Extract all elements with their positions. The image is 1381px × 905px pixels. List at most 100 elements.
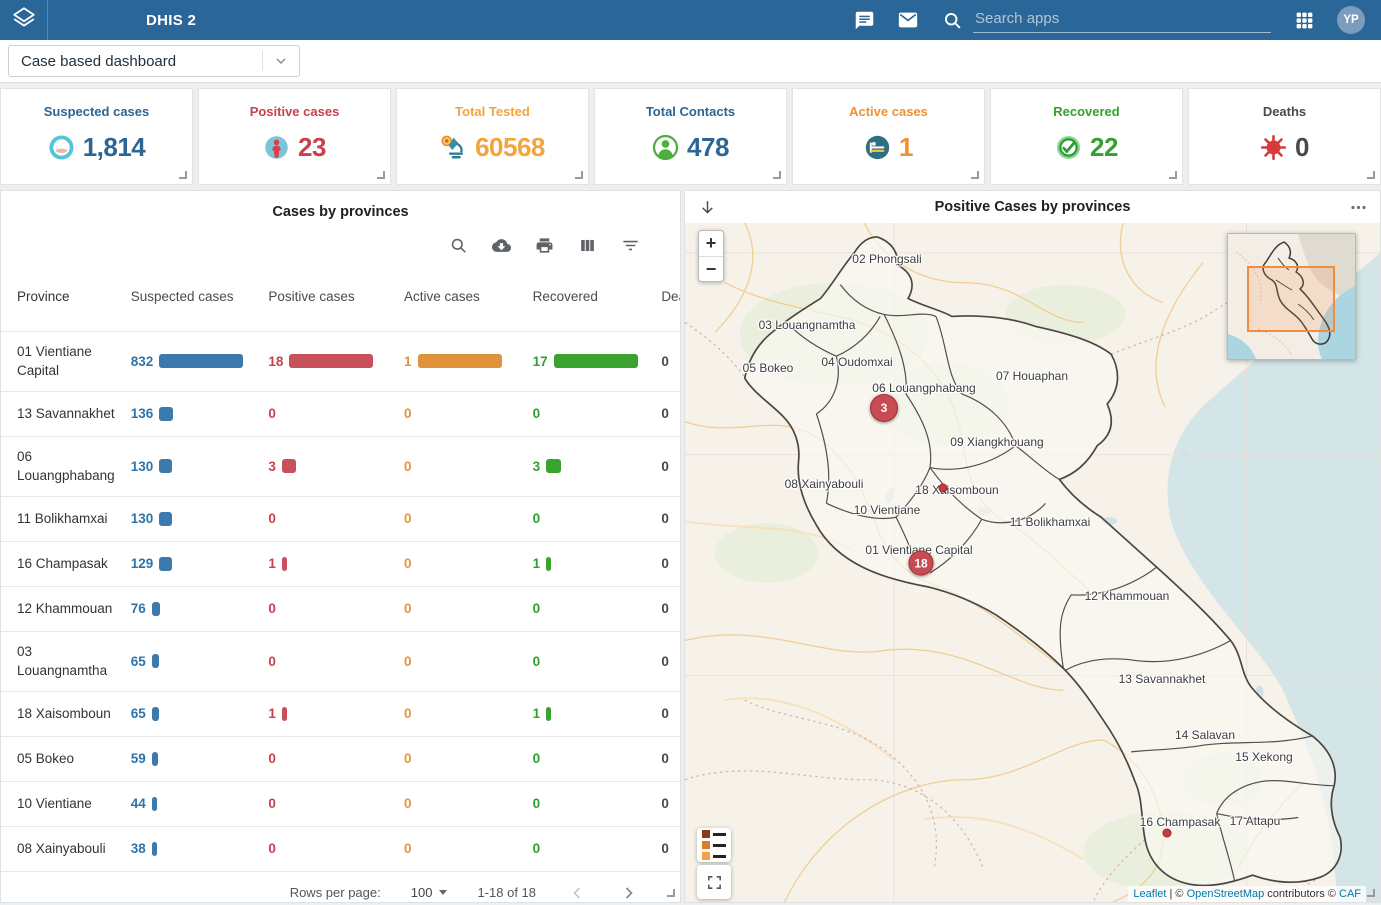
positive-value: 0 [268,511,276,526]
resize-handle[interactable] [773,171,781,179]
deaths-value: 0 [661,406,669,421]
map-attribution: Leaflet | © OpenStreetMap contributors ©… [1128,886,1366,902]
case-point-marker[interactable] [1163,829,1172,838]
caf-link[interactable]: CAF [1339,888,1361,900]
deaths-value: 0 [661,601,669,616]
next-page-button[interactable] [618,882,640,903]
case-point-marker[interactable] [939,484,948,493]
messages-icon[interactable] [853,9,875,31]
prev-page-button[interactable] [566,882,588,903]
recovered-bar [554,354,638,368]
card-value-row: 0 [1189,132,1380,163]
more-options-icon[interactable] [1348,197,1368,217]
suspected-cell: 38 [131,841,269,856]
province-cell: 10 Vientiane [17,784,123,824]
fullscreen-button[interactable] [697,865,731,899]
resize-handle[interactable] [667,889,675,897]
suspected-value: 38 [131,841,146,856]
table-row-05-bokeo: 05 Bokeo590000 [1,736,681,781]
table-row-03-louangnamtha: 03 Louangnamtha650000 [1,631,681,691]
filter-icon[interactable] [620,235,640,255]
table-row-12-khammouan: 12 Khammouan760000 [1,586,681,631]
deaths-value: 0 [661,751,669,766]
zoom-in-button[interactable]: + [699,231,723,256]
table-row-13-savannakhet: 13 Savannakhet1360000 [1,391,681,436]
dashboard-select[interactable]: Case based dashboard [8,45,300,77]
zoom-out-button[interactable]: − [699,256,723,281]
resize-handle[interactable] [377,171,385,179]
search-input[interactable] [973,7,1271,33]
map-panel-title: Positive Cases by provinces [717,199,1348,215]
positive-value: 1 [268,706,276,721]
apps-grid-icon[interactable] [1293,9,1315,31]
province-cell: 08 Xainyabouli [17,829,123,869]
resize-handle[interactable] [1367,171,1375,179]
recovered-cell: 0 [533,841,662,856]
suspected-cell: 44 [131,796,269,811]
fullscreen-icon [706,874,723,891]
suspected-bar [159,557,172,571]
dhis2-logo[interactable] [0,0,48,40]
active-bar [418,354,502,368]
deaths-cell: 0 [661,841,681,856]
legend-button[interactable] [697,828,731,862]
map-panel: Positive Cases by provinces [684,190,1381,903]
deaths-value: 0 [661,706,669,721]
table-row-11-bolikhamxai: 11 Bolikhamxai1300000 [1,496,681,541]
resize-handle[interactable] [179,171,187,179]
resize-handle[interactable] [1367,889,1375,897]
suspected-bar [152,752,158,766]
mail-icon[interactable] [897,9,919,31]
main-row: Cases by provinces Province Suspected ca… [0,190,1381,903]
recovered-value: 1 [533,706,541,721]
positive-value: 0 [268,601,276,616]
dashboard-bar: Case based dashboard [0,40,1381,83]
suspected-cell: 76 [131,601,269,616]
active-value: 0 [404,556,412,571]
search-icon[interactable] [941,9,963,31]
rows-per-page-select[interactable]: 100 [411,885,448,900]
card-value: 1,814 [83,132,146,163]
recovered-value: 0 [533,796,541,811]
overview-minimap[interactable] [1227,233,1356,360]
suspected-bar [152,842,157,856]
deaths-cell: 0 [661,354,681,369]
case-cluster-marker-18[interactable]: 18 [909,551,934,576]
osm-link[interactable]: OpenStreetMap [1187,888,1265,900]
active-value: 0 [404,751,412,766]
print-icon[interactable] [534,235,554,255]
download-icon[interactable] [491,235,511,255]
deaths-cell: 0 [661,706,681,721]
province-cell: 12 Khammouan [17,589,123,629]
stat-card-suspected-cases: Suspected cases 1,814 [0,88,193,185]
map-area[interactable]: + − [685,223,1380,902]
recovered-value: 0 [533,511,541,526]
topbar-actions: YP [853,6,1365,34]
resize-handle[interactable] [1169,171,1177,179]
arrow-down-icon[interactable] [697,197,717,217]
leaflet-link[interactable]: Leaflet [1133,888,1166,900]
avatar[interactable]: YP [1337,6,1365,34]
positive-value: 1 [268,556,276,571]
columns-icon[interactable] [577,235,597,255]
province-cell: 18 Xaisomboun [17,694,123,734]
suspected-bar [159,354,243,368]
card-label: Positive cases [199,104,390,119]
recovered-cell: 3 [533,459,662,474]
active-value: 0 [404,406,412,421]
table-panel-title: Cases by provinces [1,191,680,220]
top-bar: DHIS 2 [0,0,1381,40]
recovered-icon [1055,134,1082,161]
positive-value: 0 [268,654,276,669]
province-cell: 13 Savannakhet [17,394,123,434]
recovered-cell: 0 [533,406,662,421]
table-search-icon[interactable] [448,235,468,255]
recovered-value: 0 [533,601,541,616]
deaths-cell: 0 [661,601,681,616]
resize-handle[interactable] [971,171,979,179]
case-cluster-marker-3[interactable]: 3 [870,394,898,422]
recovered-cell: 1 [533,556,662,571]
suspected-bar [152,707,159,721]
resize-handle[interactable] [575,171,583,179]
suspected-value: 129 [131,556,154,571]
